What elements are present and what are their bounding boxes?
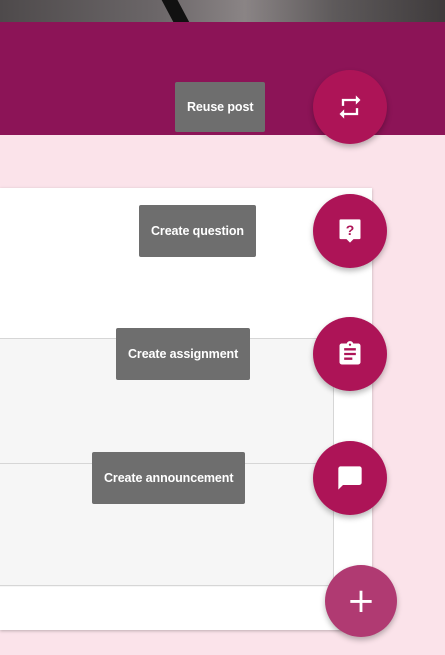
svg-text:?: ? — [346, 222, 355, 238]
create-question-button[interactable]: ? — [313, 194, 387, 268]
clipboard-icon — [339, 341, 361, 365]
create-question-tooltip[interactable]: Create question — [139, 205, 256, 257]
create-assignment-label: Create assignment — [128, 347, 239, 361]
repeat-icon — [339, 95, 361, 119]
post-divider — [0, 585, 333, 586]
create-question-label: Create question — [151, 224, 244, 238]
reuse-post-label: Reuse post — [187, 100, 254, 114]
reuse-post-tooltip[interactable]: Reuse post — [175, 82, 266, 132]
reuse-post-button[interactable] — [313, 70, 387, 144]
photo-detail — [161, 0, 193, 22]
create-announcement-button[interactable] — [313, 441, 387, 515]
create-assignment-tooltip[interactable]: Create assignment — [116, 328, 251, 380]
create-announcement-tooltip[interactable]: Create announcement — [92, 452, 246, 504]
question-icon: ? — [339, 219, 361, 243]
create-announcement-label: Create announcement — [104, 471, 234, 485]
chat-icon — [338, 466, 362, 490]
plus-icon: + — [346, 581, 376, 621]
create-assignment-button[interactable] — [313, 317, 387, 391]
header-photo — [0, 0, 445, 22]
main-add-button[interactable]: + — [325, 565, 397, 637]
